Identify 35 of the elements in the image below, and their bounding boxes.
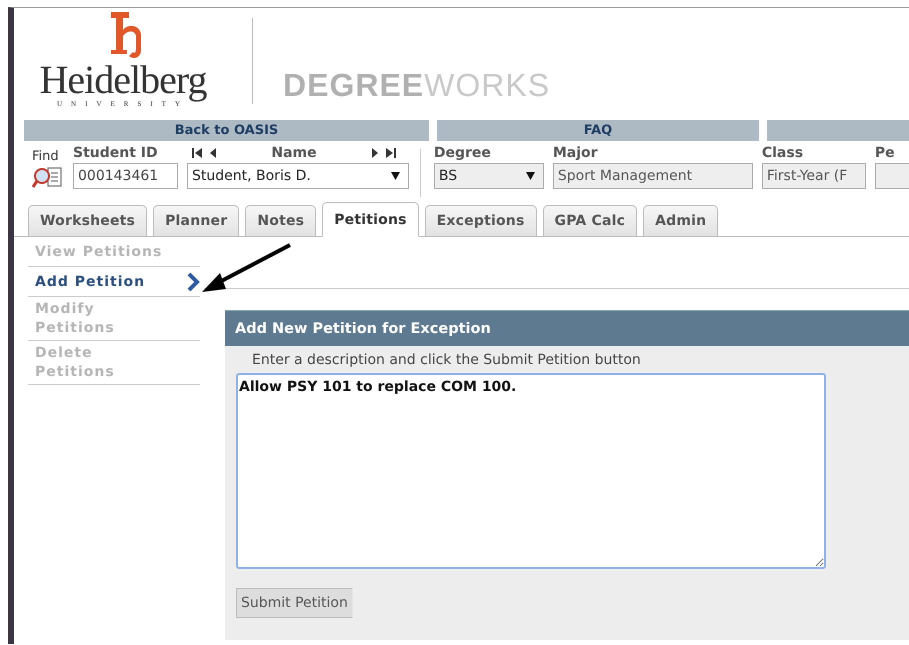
nav-link[interactable]: FAQ	[437, 120, 759, 141]
class-field: First-Year (F	[762, 163, 866, 189]
degree-dropdown[interactable]: BS	[434, 163, 544, 189]
name-dropdown[interactable]: Student, Boris D.	[187, 163, 409, 189]
find-label: Find	[32, 149, 60, 164]
description-field[interactable]: Allow PSY 101 to replace COM 100.	[236, 373, 826, 569]
field-label: Major	[552, 145, 599, 161]
panel-title: Add New Petition for Exception	[225, 310, 909, 346]
tab[interactable]: GPA Calc	[542, 205, 638, 236]
university-name: Heidelberg	[40, 60, 206, 100]
field-label: Class	[762, 145, 804, 161]
last-record-icon[interactable]	[385, 148, 397, 158]
chevron-right-icon	[186, 272, 200, 292]
tab[interactable]: Worksheets	[28, 205, 148, 236]
tab[interactable]: Notes	[245, 205, 316, 236]
dropdown-caret-icon	[391, 172, 400, 180]
search-icon[interactable]	[32, 166, 64, 190]
tab[interactable]: Exceptions	[424, 205, 536, 236]
student-id-field[interactable]: 000143461	[73, 163, 178, 189]
previous-record-icon[interactable]	[209, 148, 217, 158]
first-record-icon[interactable]	[191, 148, 203, 158]
tab[interactable]: Petitions	[322, 202, 419, 237]
field-label: Student ID	[73, 145, 159, 161]
submit-button[interactable]: Submit Petition	[236, 588, 353, 618]
field-label: Degree	[434, 145, 492, 161]
field-label: Pe	[874, 145, 896, 161]
nav-link[interactable]: Back to OASIS	[24, 120, 429, 141]
next-record-icon[interactable]	[371, 148, 379, 158]
tab[interactable]: Planner	[153, 205, 240, 236]
instruction-text: Enter a description and click the Submit Petition button	[251, 351, 641, 370]
major-field: Sport Management	[552, 163, 753, 189]
side-menu-item[interactable]: Add Petition	[35, 272, 165, 292]
dropdown-caret-icon	[526, 172, 535, 180]
field-label: Name	[270, 145, 318, 161]
tab[interactable]: Admin	[643, 205, 718, 236]
